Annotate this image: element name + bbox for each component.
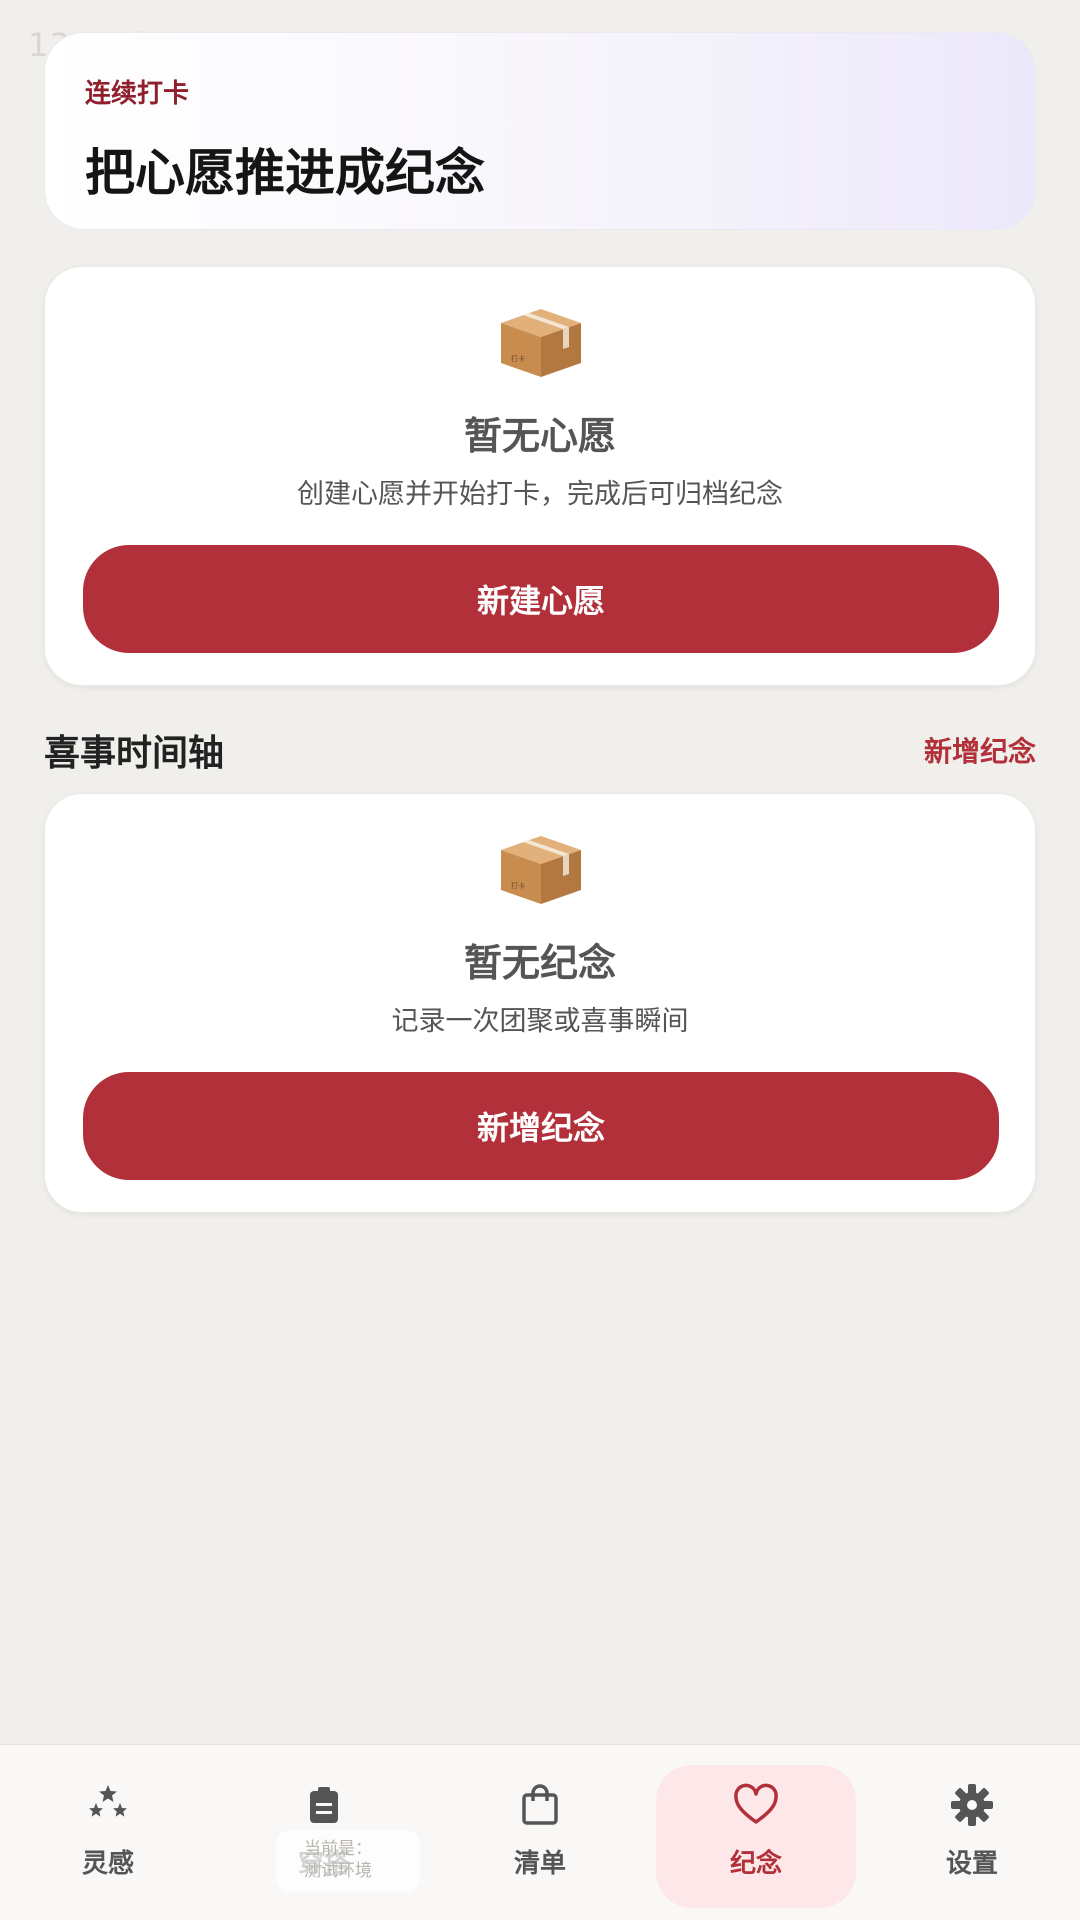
environment-badge-line2: 测试环境 xyxy=(304,1861,372,1881)
add-memorial-button[interactable]: 新增纪念 xyxy=(83,1072,999,1180)
tab-label: 设置 xyxy=(945,1849,998,1879)
timeline-section-header: 喜事时间轴 新增纪念 xyxy=(44,722,1036,778)
create-wish-button[interactable]: 新建心愿 xyxy=(83,545,999,653)
hero-banner: 连续打卡 把心愿推进成纪念 xyxy=(44,32,1036,230)
wish-empty-title: 暂无心愿 xyxy=(463,414,616,458)
tab-inspiration[interactable]: 灵感 xyxy=(0,1745,216,1920)
svg-text:打卡: 打卡 xyxy=(511,881,525,890)
environment-badge-line1: 当前是： xyxy=(304,1839,372,1859)
hero-title: 把心愿推进成纪念 xyxy=(85,144,485,202)
tab-memorial[interactable]: 纪念 xyxy=(648,1745,864,1920)
hero-eyebrow: 连续打卡 xyxy=(85,79,190,109)
environment-badge: 当前是： 测试环境 xyxy=(276,1830,420,1892)
gear-icon xyxy=(951,1784,993,1826)
bottom-tab-bar: 灵感 穿搭 清单 纪念 xyxy=(0,1744,1080,1920)
tab-list[interactable]: 清单 xyxy=(432,1745,648,1920)
tab-settings[interactable]: 设置 xyxy=(864,1745,1080,1920)
heart-icon xyxy=(734,1783,778,1824)
clipboard-icon xyxy=(310,1787,338,1823)
wish-empty-description: 创建心愿并开始打卡，完成后可归档纪念 xyxy=(297,479,783,510)
memorial-empty-card: 打卡 暂无纪念 记录一次团聚或喜事瞬间 新增纪念 xyxy=(44,793,1036,1213)
stars-icon xyxy=(89,1785,127,1817)
cardboard-box-icon: 打卡 xyxy=(501,309,581,377)
memorial-empty-title: 暂无纪念 xyxy=(463,941,616,985)
wish-empty-card: 打卡 暂无心愿 创建心愿并开始打卡，完成后可归档纪念 新建心愿 xyxy=(44,266,1036,686)
tab-label: 灵感 xyxy=(81,1849,134,1879)
shopping-bag-icon xyxy=(522,1784,558,1825)
tab-label: 清单 xyxy=(513,1849,566,1879)
timeline-title: 喜事时间轴 xyxy=(44,733,225,774)
svg-text:打卡: 打卡 xyxy=(511,354,525,363)
memorial-page: 13cc8f 连续打卡 把心愿推进成纪念 打卡 暂无心愿 创建心愿并开始打卡，完… xyxy=(0,0,1080,1920)
memorial-empty-description: 记录一次团聚或喜事瞬间 xyxy=(391,1006,689,1037)
cardboard-box-icon: 打卡 xyxy=(501,836,581,904)
tab-label: 纪念 xyxy=(729,1849,782,1879)
add-memorial-link[interactable]: 新增纪念 xyxy=(924,730,1036,770)
